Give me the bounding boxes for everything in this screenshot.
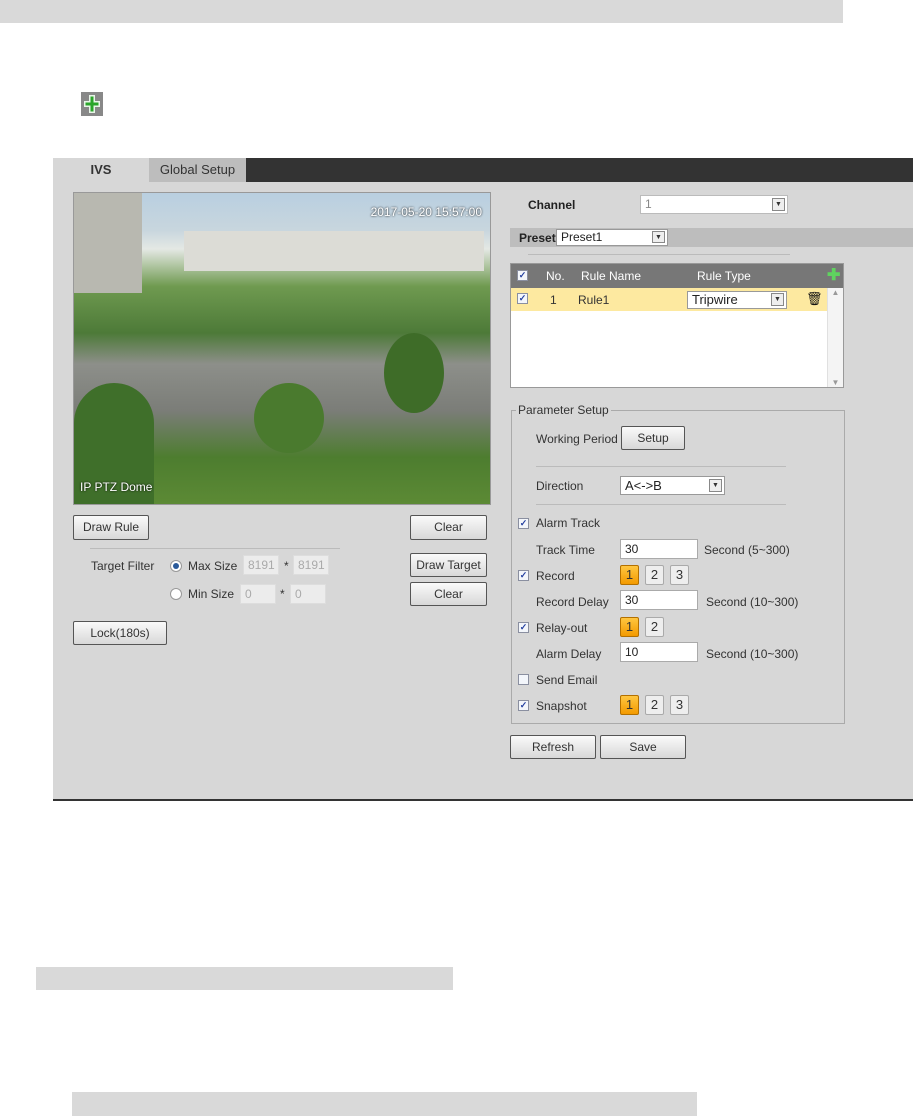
col-no: No. [546, 269, 565, 283]
min-size-radio[interactable] [170, 588, 182, 600]
channel-select[interactable]: 1 ▼ [640, 195, 788, 214]
record-channel-2[interactable]: 2 [645, 565, 664, 585]
direction-select[interactable]: A<->B ▼ [620, 476, 725, 495]
caption-bar [36, 967, 453, 990]
scrollbar[interactable]: ▲ ▼ [827, 288, 843, 387]
min-height-input[interactable]: 0 [290, 584, 326, 604]
record-label: Record [536, 569, 575, 583]
divider [90, 548, 340, 549]
rule-type-select[interactable]: Tripwire ▼ [687, 291, 787, 309]
relay-out-2[interactable]: 2 [645, 617, 664, 637]
lock-button[interactable]: Lock(180s) [73, 621, 167, 645]
tab-strip: IVS Global Setup [53, 158, 913, 182]
rule-no: 1 [550, 293, 557, 307]
rule-table: ✓ No. Rule Name Rule Type ✚ ✓ 1 Rule1 Tr… [510, 263, 844, 388]
building [74, 193, 142, 293]
scroll-down-icon[interactable]: ▼ [828, 378, 843, 387]
trash-icon[interactable]: 🗑 [806, 291, 823, 307]
scroll-up-icon[interactable]: ▲ [828, 288, 843, 297]
chevron-down-icon: ▼ [652, 231, 665, 243]
max-size-label: Max Size [188, 559, 238, 573]
refresh-button[interactable]: Refresh [510, 735, 596, 759]
min-width-input[interactable]: 0 [240, 584, 276, 604]
record-delay-input[interactable]: 30 [620, 590, 698, 610]
track-time-hint: Second (5~300) [704, 543, 790, 557]
parameter-setup-legend: Parameter Setup [516, 403, 611, 417]
save-button[interactable]: Save [600, 735, 686, 759]
times-sign: * [284, 559, 289, 573]
ivs-panel: IVS Global Setup 2017-05-20 15:57:00 IP … [53, 158, 913, 801]
track-time-label: Track Time [536, 543, 595, 557]
relay-out-checkbox[interactable]: ✓ [518, 622, 529, 633]
add-icon[interactable] [81, 92, 103, 116]
record-channel-3[interactable]: 3 [670, 565, 689, 585]
working-period-setup-button[interactable]: Setup [621, 426, 685, 450]
rule-checkbox[interactable]: ✓ [517, 293, 528, 304]
alarm-delay-label: Alarm Delay [536, 647, 602, 661]
video-preview[interactable]: 2017-05-20 15:57:00 IP PTZ Dome [73, 192, 491, 505]
working-period-label: Working Period [536, 432, 618, 446]
tab-global-setup[interactable]: Global Setup [149, 158, 246, 182]
tree [384, 333, 444, 413]
divider [528, 254, 790, 255]
preset-select[interactable]: Preset1 ▼ [556, 229, 668, 246]
rule-table-header: ✓ No. Rule Name Rule Type ✚ [511, 264, 843, 288]
video-camera-name: IP PTZ Dome [80, 480, 153, 494]
video-timestamp: 2017-05-20 15:57:00 [370, 205, 482, 219]
send-email-label: Send Email [536, 673, 598, 687]
record-delay-hint: Second (10~300) [706, 595, 799, 609]
alarm-delay-input[interactable]: 10 [620, 642, 698, 662]
direction-value: A<->B [625, 478, 662, 493]
relay-out-label: Relay-out [536, 621, 588, 635]
rule-type-value: Tripwire [692, 292, 738, 307]
draw-rule-button[interactable]: Draw Rule [73, 515, 149, 540]
table-row[interactable]: ✓ 1 Rule1 Tripwire ▼ 🗑 [511, 288, 827, 311]
snapshot-label: Snapshot [536, 699, 587, 713]
chevron-down-icon: ▼ [709, 479, 722, 492]
rule-name: Rule1 [578, 293, 610, 307]
max-size-radio[interactable] [170, 560, 182, 572]
select-all-checkbox[interactable]: ✓ [517, 270, 528, 281]
channel-label: Channel [528, 198, 576, 212]
track-time-input[interactable]: 30 [620, 539, 698, 559]
caption-bar [72, 1092, 697, 1116]
preset-label: Preset [519, 231, 556, 245]
alarm-delay-hint: Second (10~300) [706, 647, 799, 661]
divider [536, 466, 786, 467]
divider [536, 504, 786, 505]
relay-out-1[interactable]: 1 [620, 617, 639, 637]
max-width-input[interactable]: 8191 [243, 555, 279, 575]
max-height-input[interactable]: 8191 [293, 555, 329, 575]
tree [254, 383, 324, 453]
send-email-checkbox[interactable] [518, 674, 529, 685]
record-delay-label: Record Delay [536, 595, 609, 609]
top-bar [0, 0, 843, 23]
target-filter-label: Target Filter [91, 559, 155, 573]
alarm-track-label: Alarm Track [536, 516, 601, 530]
alarm-track-checkbox[interactable]: ✓ [518, 518, 529, 529]
chevron-down-icon: ▼ [772, 198, 785, 211]
building [184, 231, 484, 271]
snapshot-channel-3[interactable]: 3 [670, 695, 689, 715]
times-sign: * [280, 587, 285, 601]
tab-ivs[interactable]: IVS [53, 158, 149, 182]
record-checkbox[interactable]: ✓ [518, 570, 529, 581]
channel-value: 1 [645, 197, 652, 211]
preset-value: Preset1 [561, 230, 603, 244]
snapshot-channel-2[interactable]: 2 [645, 695, 664, 715]
min-size-label: Min Size [188, 587, 235, 601]
col-rule-name: Rule Name [581, 269, 642, 283]
draw-target-button[interactable]: Draw Target [410, 553, 487, 577]
snapshot-checkbox[interactable]: ✓ [518, 700, 529, 711]
snapshot-channel-1[interactable]: 1 [620, 695, 639, 715]
record-channel-1[interactable]: 1 [620, 565, 639, 585]
direction-label: Direction [536, 479, 584, 493]
col-rule-type: Rule Type [697, 269, 751, 283]
chevron-down-icon: ▼ [771, 293, 784, 306]
clear-rule-button[interactable]: Clear [410, 515, 487, 540]
clear-target-button[interactable]: Clear [410, 582, 487, 606]
add-rule-icon[interactable]: ✚ [827, 268, 840, 284]
